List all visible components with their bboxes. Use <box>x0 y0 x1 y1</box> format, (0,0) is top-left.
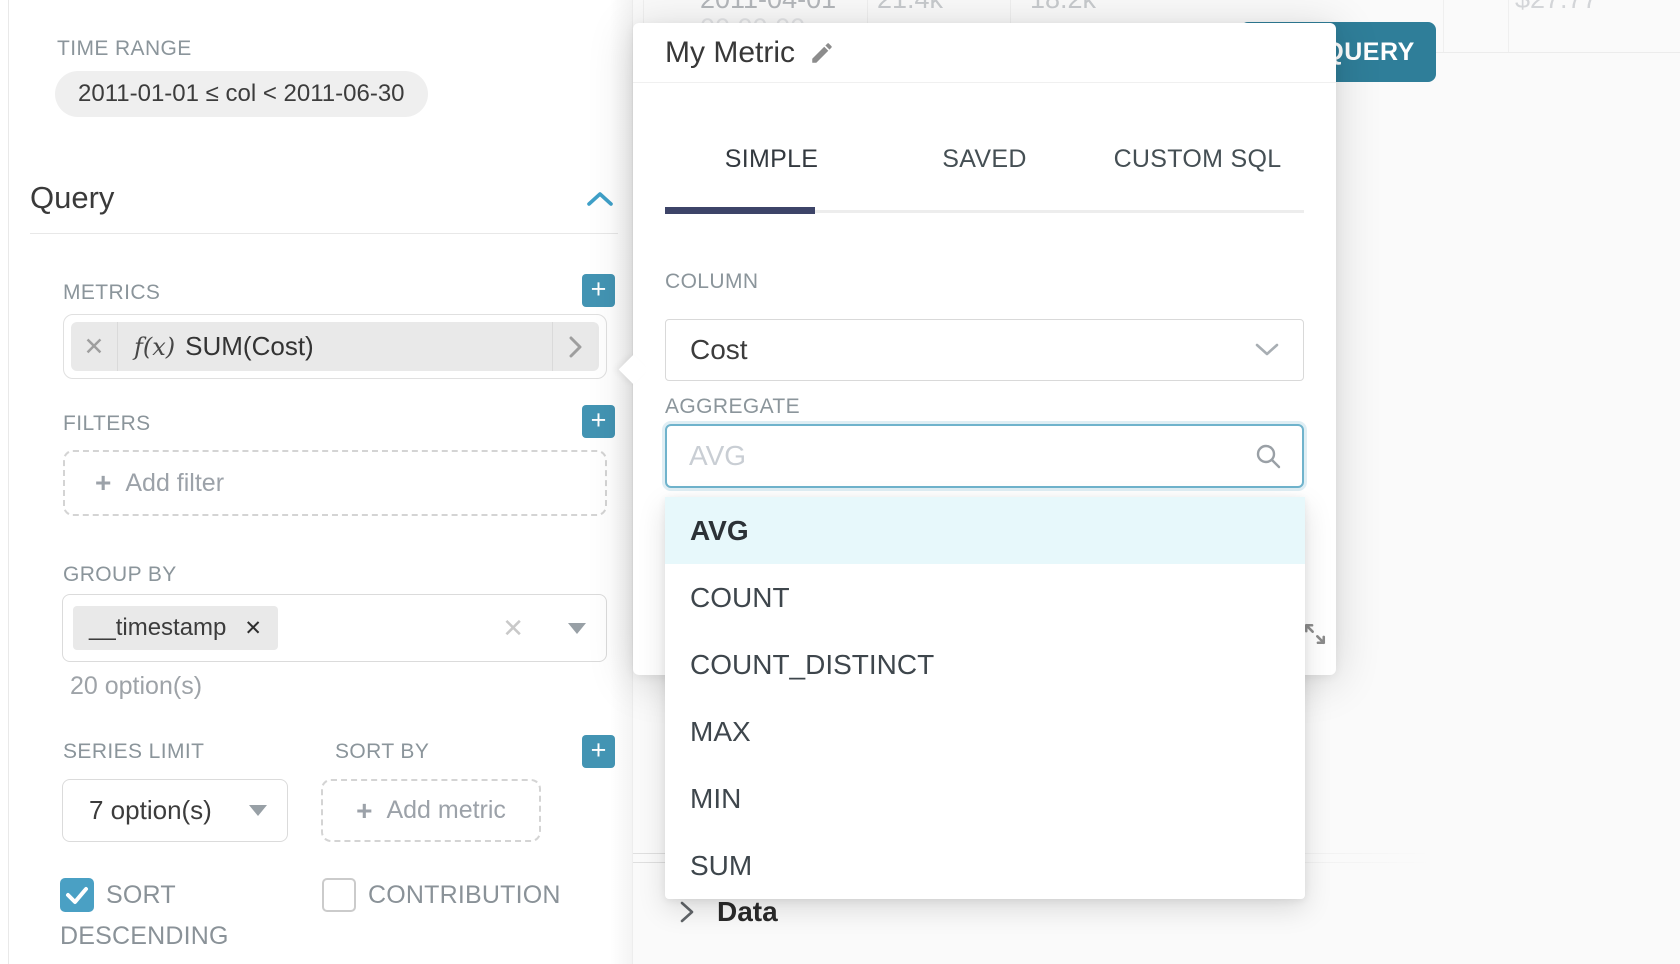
bg-table-cell-value: 18.2k <box>1030 0 1096 15</box>
group-by-clear-button[interactable]: ✕ <box>502 613 524 644</box>
bg-table-rowline <box>1434 52 1680 53</box>
data-chevron-icon <box>680 900 695 924</box>
plus-icon: + <box>591 276 607 303</box>
aggregate-option-avg[interactable]: AVG <box>665 497 1305 564</box>
time-range-pill[interactable]: 2011-01-01 ≤ col < 2011-06-30 <box>55 71 428 117</box>
add-metric-placeholder: Add metric <box>386 796 505 825</box>
metric-pill: ✕ f(x) SUM(Cost) <box>71 322 599 371</box>
series-limit-select[interactable]: 7 option(s) <box>62 779 288 842</box>
contribution-checkbox[interactable] <box>322 878 356 912</box>
panel-shadow <box>610 0 632 964</box>
group-by-value-remove[interactable]: ✕ <box>244 616 262 641</box>
contribution-label: CONTRIBUTION <box>368 881 561 909</box>
column-select-value: Cost <box>690 334 748 366</box>
group-by-options-hint: 20 option(s) <box>70 672 202 701</box>
metric-title: My Metric <box>665 36 795 70</box>
metric-expand-button[interactable] <box>552 322 599 371</box>
aggregate-input-wrap <box>665 424 1304 488</box>
aggregate-label: AGGREGATE <box>665 395 800 419</box>
column-label: COLUMN <box>665 270 758 294</box>
chevron-down-icon <box>1255 343 1279 357</box>
active-tab-underline <box>665 207 815 214</box>
tab-custom-sql[interactable]: CUSTOM SQL <box>1091 133 1304 185</box>
metric-item[interactable]: ✕ f(x) SUM(Cost) <box>63 314 607 379</box>
series-limit-caret <box>249 805 267 816</box>
tab-simple[interactable]: SIMPLE <box>665 133 878 185</box>
bg-table-cell-value: 21.4k <box>877 0 943 15</box>
aggregate-option-sum[interactable]: SUM <box>665 832 1305 899</box>
time-range-label: TIME RANGE <box>57 37 192 61</box>
column-select[interactable]: Cost <box>665 319 1304 381</box>
metrics-label: METRICS <box>63 281 160 305</box>
aggregate-option-max[interactable]: MAX <box>665 698 1305 765</box>
group-by-caret[interactable] <box>568 623 586 634</box>
sort-descending-checkbox[interactable] <box>60 878 94 912</box>
fx-icon: f(x) <box>134 333 175 361</box>
popover-header: My Metric <box>633 23 1336 83</box>
bg-table-gridline <box>1443 0 1444 53</box>
panel-left-border <box>8 0 9 964</box>
bg-table-cell-value: $27.77 <box>1515 0 1598 15</box>
series-limit-value: 7 option(s) <box>89 795 212 826</box>
data-panel-title: Data <box>717 896 778 928</box>
aggregate-input[interactable] <box>667 440 1254 472</box>
control-panel: TIME RANGE 2011-01-01 ≤ col < 2011-06-30… <box>0 0 633 964</box>
aggregate-dropdown: AVG COUNT COUNT_DISTINCT MAX MIN SUM <box>665 497 1305 899</box>
search-icon <box>1254 442 1282 470</box>
aggregate-option-count-distinct[interactable]: COUNT_DISTINCT <box>665 631 1305 698</box>
series-limit-label: SERIES LIMIT <box>63 740 204 764</box>
add-filter-button[interactable]: + Add filter <box>63 450 607 516</box>
data-panel-header[interactable]: Data <box>680 896 778 928</box>
checkmark-icon <box>60 878 94 912</box>
add-sort-metric-button[interactable]: + Add metric <box>321 779 541 842</box>
metric-remove-button[interactable]: ✕ <box>71 322 118 371</box>
tab-saved[interactable]: SAVED <box>878 133 1091 185</box>
plus-icon: + <box>95 469 111 497</box>
plus-icon: + <box>356 797 372 825</box>
group-by-select[interactable]: __timestamp ✕ ✕ <box>62 594 607 662</box>
group-by-value-pill: __timestamp ✕ <box>73 606 278 650</box>
edit-pencil-icon[interactable] <box>809 40 835 66</box>
contribution-option[interactable]: CONTRIBUTION <box>322 875 622 916</box>
aggregate-option-min[interactable]: MIN <box>665 765 1305 832</box>
group-by-value: __timestamp <box>89 614 226 642</box>
bg-table-gridline <box>1508 0 1509 53</box>
plus-icon: + <box>591 737 607 764</box>
filters-label: FILTERS <box>63 412 151 436</box>
aggregate-option-count[interactable]: COUNT <box>665 564 1305 631</box>
chevron-right-icon <box>569 335 583 359</box>
sort-descending-option[interactable]: SORT DESCENDING <box>60 875 275 957</box>
section-divider <box>30 233 618 234</box>
resize-handle[interactable] <box>1301 620 1329 648</box>
add-filter-placeholder: Add filter <box>125 469 224 498</box>
plus-icon: + <box>591 407 607 434</box>
metric-label: SUM(Cost) <box>185 331 552 362</box>
metric-tabs: SIMPLE SAVED CUSTOM SQL <box>665 133 1304 185</box>
group-by-label: GROUP BY <box>63 563 177 587</box>
query-section-title: Query <box>30 180 114 216</box>
sort-by-label: SORT BY <box>335 740 429 764</box>
explore-page: 2011-04-01 00:00:00 21.4k 18.2k $27.77 R… <box>0 0 1680 964</box>
